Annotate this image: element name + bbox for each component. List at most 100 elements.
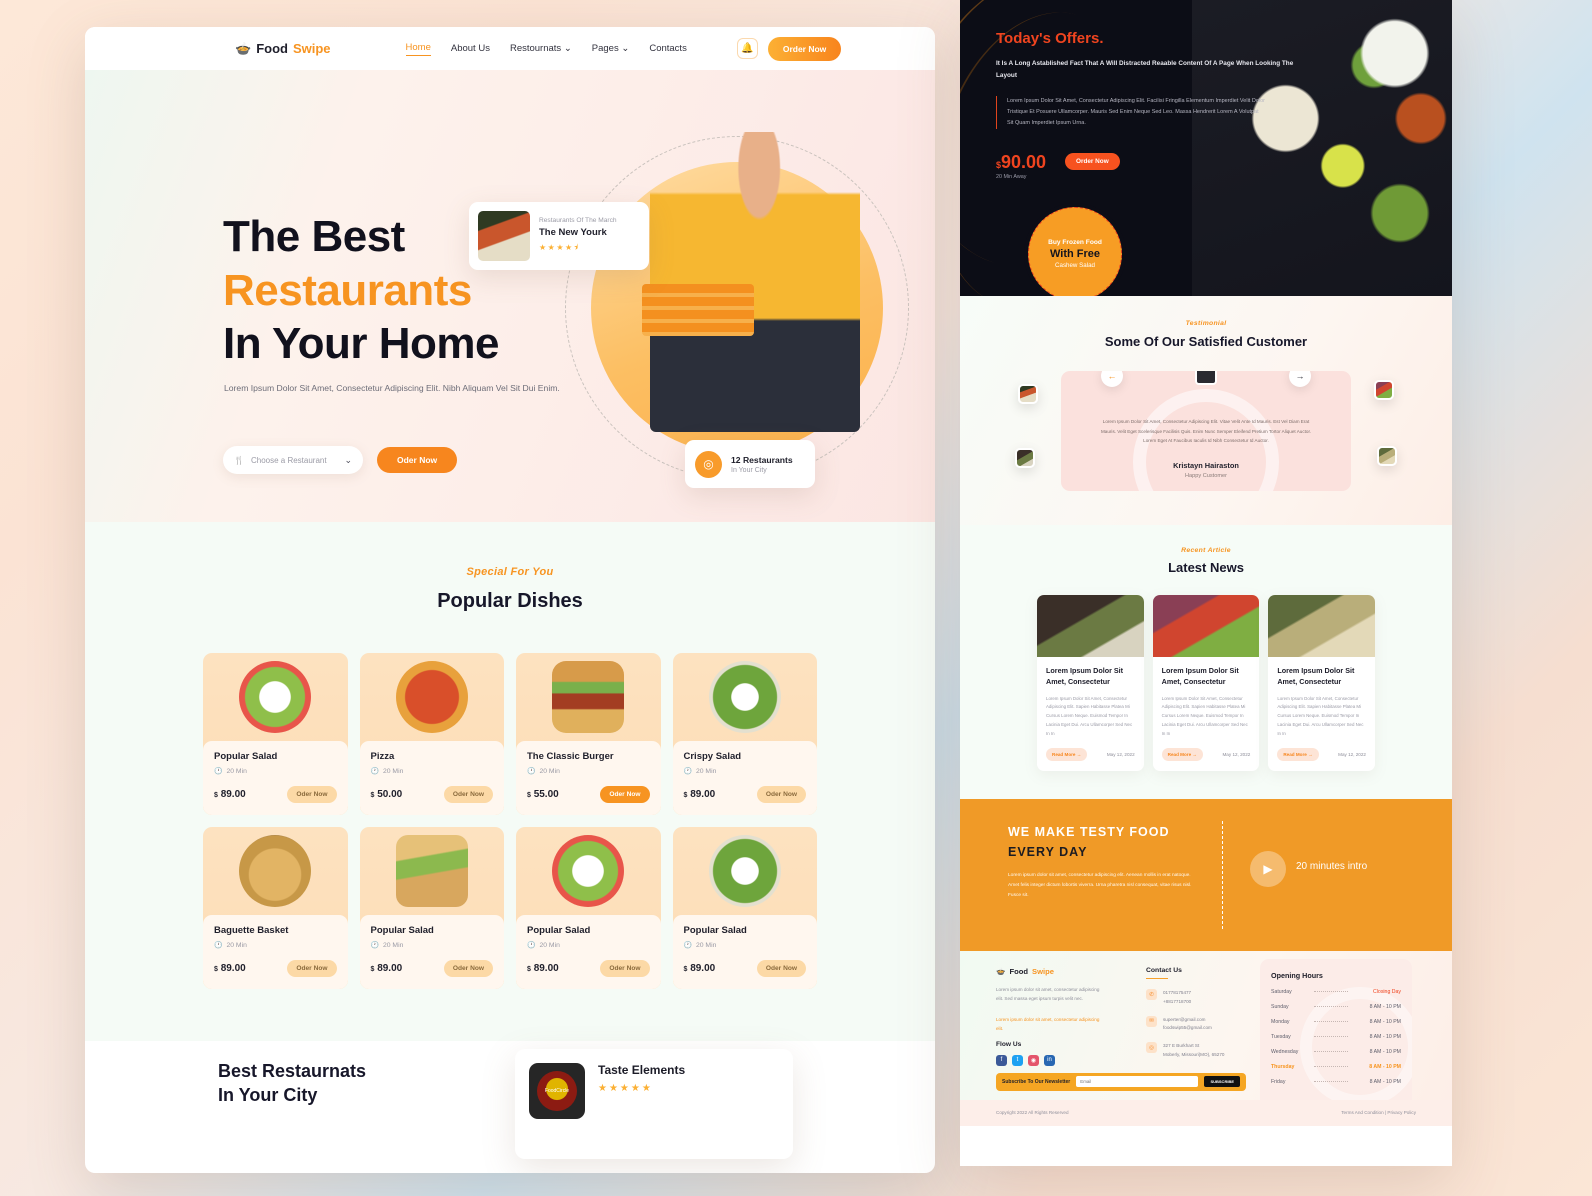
latest-news-section: Recent Article Latest News Lorem Ipsum D… <box>960 525 1452 799</box>
news-body: Lorem Ipsum Dolor Sit Amet, Consectetur L… <box>1037 657 1144 771</box>
legal-links[interactable]: Terms And Condition | Privacy Policy <box>1341 1110 1416 1115</box>
dish-order-button[interactable]: Oder Now <box>600 786 650 803</box>
dish-body: Crispy Salad 🕐 20 Min $ 89.00 Oder Now <box>672 741 817 815</box>
opening-hours-title: Opening Hours <box>1271 970 1323 980</box>
opening-hours-dots <box>1314 1051 1348 1053</box>
restaurant-card-eyebrow: Restaurants Of The March <box>539 216 617 224</box>
facebook-icon[interactable]: f <box>996 1054 1007 1066</box>
dish-order-button[interactable]: Oder Now <box>443 786 493 803</box>
nav-item-about[interactable]: About Us <box>451 43 490 54</box>
dish-order-button[interactable]: Oder Now <box>756 786 806 803</box>
contact-email-1[interactable]: superter@gmail.com <box>1163 1017 1205 1022</box>
dish-name: Popular Salad <box>683 925 747 936</box>
frozen-food-badge[interactable]: Buy Frozen Food With Free Cashew Salad <box>1028 207 1122 296</box>
dish-order-button[interactable]: Oder Now <box>756 960 806 977</box>
arrow-right-icon[interactable]: → <box>1289 371 1311 387</box>
instagram-icon[interactable]: ◉ <box>1028 1054 1039 1066</box>
restaurant-select[interactable]: 🍴 Choose a Restaurant ⌄ <box>223 446 363 474</box>
linkedin-icon[interactable]: in <box>1044 1054 1055 1066</box>
newsletter-subscribe-button[interactable]: SUBSCRIBE <box>1204 1076 1240 1088</box>
newsletter-email-input[interactable] <box>1076 1076 1199 1088</box>
opening-hours-day: Thursday <box>1271 1063 1295 1070</box>
hero-order-button[interactable]: Oder Now <box>377 447 458 473</box>
copyright-text: Copyright 2022 All Rights Reserved <box>996 1110 1069 1116</box>
dish-order-button[interactable]: Oder Now <box>443 960 493 977</box>
taste-elements-name: Taste Elements <box>598 1063 686 1077</box>
restaurant-count-card[interactable]: ◎ 12 Restaurants In Your City <box>685 440 815 488</box>
play-icon[interactable]: ▶ <box>1250 850 1286 887</box>
dish-footer: $ 89.00 Oder Now <box>214 960 337 977</box>
dish-footer: $ 89.00 Oder Now <box>214 786 337 803</box>
phone-icon: ✆ <box>1146 989 1157 1001</box>
dishes-eyebrow: Special For You <box>466 566 554 578</box>
news-card-footer: Read More → May 12, 2022 <box>1046 747 1135 761</box>
restaurant-count-value: 12 Restaurants <box>731 454 793 465</box>
offers-lead: It Is A Long Astablished Fact That A Wil… <box>996 60 1294 79</box>
nav-item-home[interactable]: Home <box>405 42 431 56</box>
news-card-date: May 12, 2022 <box>1338 751 1366 757</box>
dish-card[interactable]: The Classic Burger 🕐 20 Min $ 55.00 Oder Now <box>516 653 661 815</box>
brand-logo[interactable]: 🍲 Food Swipe <box>235 41 331 57</box>
offers-quote: Lorem Ipsum Dolor Sit Amet, Consectetur … <box>996 96 1266 129</box>
order-now-button[interactable]: Order Now <box>767 36 842 61</box>
dish-card[interactable]: Pizza 🕐 20 Min $ 50.00 Oder Now <box>359 653 504 815</box>
dish-price: $ 89.00 <box>214 789 246 800</box>
twitter-icon[interactable]: t <box>1012 1054 1023 1066</box>
food-bowl-icon: 🍲 <box>996 966 1006 976</box>
dish-image-wrap <box>203 827 348 915</box>
dish-meta: 🕐 20 Min <box>214 767 337 776</box>
offers-price: $90.00 <box>996 152 1046 173</box>
brand-name-first: Food <box>256 41 288 56</box>
opening-hours-row: Sunday 8 AM - 10 PM <box>1271 1004 1401 1010</box>
copyright-bar: Copyright 2022 All Rights Reserved Terms… <box>960 1099 1452 1126</box>
offers-order-button[interactable]: Order Now <box>1065 153 1120 170</box>
opening-hours-row: Friday 8 AM - 10 PM <box>1271 1079 1401 1085</box>
news-card[interactable]: Lorem Ipsum Dolor Sit Amet, Consectetur L… <box>1268 595 1375 771</box>
nav-item-contacts[interactable]: Contacts <box>649 43 687 54</box>
dish-card[interactable]: Crispy Salad 🕐 20 Min $ 89.00 Oder Now <box>672 653 817 815</box>
dish-body: The Classic Burger 🕐 20 Min $ 55.00 Oder Now <box>516 741 661 815</box>
dish-order-button[interactable]: Oder Now <box>287 960 337 977</box>
best-title-line1: Best Restaurnats <box>218 1061 367 1081</box>
dish-body: Popular Salad 🕐 20 Min $ 89.00 Oder Now <box>672 915 817 989</box>
floating-avatar-2 <box>1374 380 1394 400</box>
dish-card[interactable]: Popular Salad 🕐 20 Min $ 89.00 Oder Now <box>672 827 817 989</box>
news-card[interactable]: Lorem Ipsum Dolor Sit Amet, Consectetur L… <box>1152 595 1260 771</box>
footer-logo[interactable]: 🍲 Food Swipe <box>996 967 1054 976</box>
desktop-mockup-left: 🍲 Food Swipe Home About Us Restournats ⌄ … <box>85 27 935 1173</box>
read-more-button[interactable]: Read More → <box>1277 747 1319 761</box>
nav-item-restaurants[interactable]: Restournats ⌄ <box>510 43 572 54</box>
nav-actions: 🔔 Order Now <box>736 36 842 61</box>
restaurant-card-taste-elements[interactable]: FoodCircle Taste Elements ★★★★★ <box>515 1049 793 1159</box>
opening-hours-dots <box>1314 1006 1348 1008</box>
dish-currency: $ <box>683 792 688 799</box>
promo-text: Lorem ipsum dolor sit amet, consectetur … <box>1008 872 1192 898</box>
dish-card[interactable]: Popular Salad 🕐 20 Min $ 89.00 Oder Now <box>203 653 348 815</box>
read-more-button[interactable]: Read More → <box>1161 747 1204 761</box>
arrow-left-icon[interactable]: ← <box>1101 371 1123 387</box>
clock-icon: 🕐 <box>370 942 379 949</box>
floating-avatar-1 <box>1018 384 1038 404</box>
footer-brand-first: Food <box>1009 966 1029 976</box>
dish-time: 20 Min <box>539 941 560 949</box>
read-more-button[interactable]: Read More → <box>1046 747 1088 761</box>
footer-description-accent: Lorem ipsum dolor sit amet, consectetur … <box>996 1016 1100 1032</box>
restaurant-highlight-card[interactable]: Restaurants Of The March The New Yourk ★… <box>469 202 649 270</box>
opening-hours-dots <box>1314 991 1348 993</box>
bell-icon[interactable]: 🔔 <box>736 38 758 59</box>
hero-section: The Best Restaurants In Your Home Lorem … <box>85 70 935 522</box>
contact-email-2[interactable]: foodswip55@gmail.com <box>1163 1025 1212 1030</box>
dish-card[interactable]: Popular Salad 🕐 20 Min $ 89.00 Oder Now <box>359 827 504 989</box>
news-card-footer: Read More → May 12, 2022 <box>1161 747 1250 761</box>
dish-order-button[interactable]: Oder Now <box>287 786 337 803</box>
nav-item-pages[interactable]: Pages ⌄ <box>592 43 630 54</box>
dish-image <box>708 661 781 733</box>
dish-order-button[interactable]: Oder Now <box>600 960 650 977</box>
contact-underline <box>1146 977 1168 980</box>
dish-price: $ 50.00 <box>371 789 403 800</box>
dish-currency: $ <box>527 966 531 973</box>
dish-card[interactable]: Baguette Basket 🕐 20 Min $ 89.00 Oder Now <box>203 827 348 989</box>
dish-footer: $ 89.00 Oder Now <box>371 960 493 977</box>
news-card[interactable]: Lorem Ipsum Dolor Sit Amet, Consectetur L… <box>1037 595 1144 771</box>
dish-card[interactable]: Popular Salad 🕐 20 Min $ 89.00 Oder Now <box>516 827 661 989</box>
